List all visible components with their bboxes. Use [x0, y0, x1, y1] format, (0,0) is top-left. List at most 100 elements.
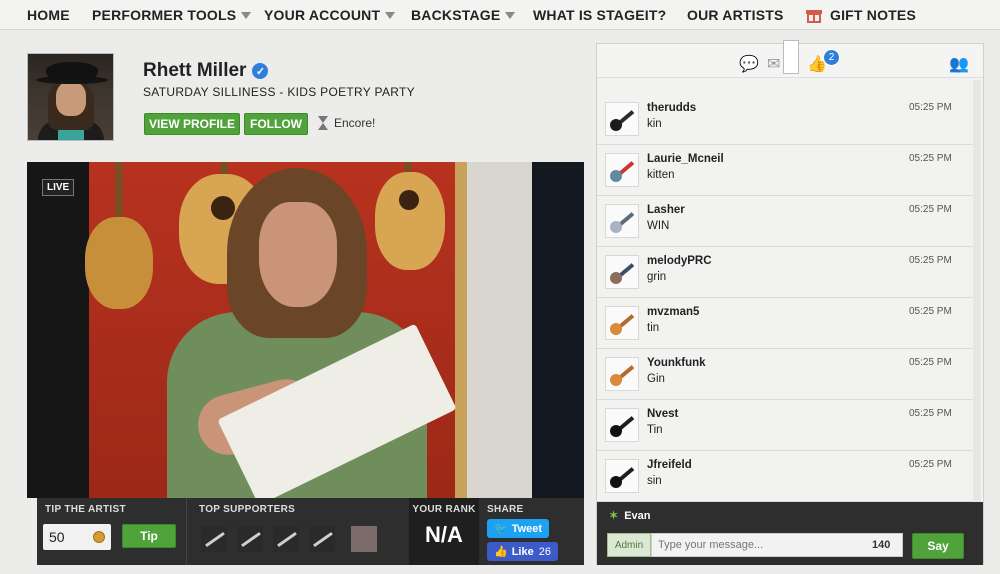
bookmark-icon[interactable]: [783, 40, 799, 74]
char-count: 140: [872, 539, 891, 551]
top-supporters-section: TOP SUPPORTERS: [187, 498, 407, 565]
top-nav: HOME PERFORMER TOOLS YOUR ACCOUNT BACKST…: [0, 0, 1000, 30]
user-avatar[interactable]: [605, 357, 639, 391]
supporter-avatar[interactable]: [309, 526, 335, 552]
show-title: SATURDAY SILLINESS - KIDS POETRY PARTY: [143, 85, 415, 99]
current-user: ✶ Evan: [609, 509, 651, 523]
chat-timestamp: 05:25 PM: [909, 357, 952, 368]
chat-compose: ✶ Evan Admin 140 Say: [597, 502, 983, 565]
artist-name: Rhett Miller ✓: [143, 60, 269, 82]
chat-username[interactable]: Jfreifeld: [647, 459, 692, 471]
chat-text: grin: [647, 271, 667, 283]
user-avatar[interactable]: [605, 459, 639, 493]
chat-message: Nvest Tin 05:25 PM: [597, 400, 973, 451]
chat-bubble-icon[interactable]: 💬: [739, 54, 759, 74]
facebook-like-button[interactable]: 👍 Like 26: [487, 542, 558, 561]
guitar-body-icon: [610, 323, 622, 335]
chat-message: therudds kin 05:25 PM: [597, 94, 973, 145]
chat-text: sin: [647, 475, 662, 487]
user-avatar[interactable]: [605, 408, 639, 442]
chat-timestamp: 05:25 PM: [909, 459, 952, 470]
chat-username[interactable]: melodyPRC: [647, 255, 712, 267]
chat-text: tin: [647, 322, 660, 334]
nav-performer-tools-label: PERFORMER TOOLS: [92, 7, 237, 23]
chat-message-input[interactable]: [651, 533, 903, 557]
admin-tag: Admin: [607, 533, 651, 557]
chat-username[interactable]: mvzman5: [647, 306, 699, 318]
supporter-avatar[interactable]: [237, 526, 263, 552]
nav-your-account[interactable]: YOUR ACCOUNT: [264, 7, 396, 23]
chevron-down-icon: [505, 11, 516, 19]
chat-username[interactable]: Laurie_Mcneil: [647, 153, 724, 165]
chat-username[interactable]: therudds: [647, 102, 696, 114]
thumbs-up-icon: 👍: [494, 546, 508, 558]
user-avatar[interactable]: [605, 255, 639, 289]
follow-button[interactable]: FOLLOW: [244, 113, 308, 135]
tip-amount-value: 50: [49, 529, 65, 545]
view-profile-button[interactable]: VIEW PROFILE: [144, 113, 240, 135]
top-supporters-label: TOP SUPPORTERS: [199, 504, 296, 515]
guitar-body-icon: [610, 374, 622, 386]
user-avatar[interactable]: [605, 204, 639, 238]
chat-message: Jfreifeld sin 05:25 PM: [597, 451, 973, 502]
supporter-avatar[interactable]: [273, 526, 299, 552]
encore-indicator[interactable]: Encore!: [318, 116, 375, 130]
chat-message: mvzman5 tin 05:25 PM: [597, 298, 973, 349]
your-rank-label: YOUR RANK: [412, 504, 476, 515]
chat-message: melodyPRC grin 05:25 PM: [597, 247, 973, 298]
gift-icon: [806, 8, 822, 23]
chat-text: WIN: [647, 220, 670, 232]
chat-message-list[interactable]: therudds kin 05:25 PM Laurie_Mcneilkitten 05…: [597, 94, 973, 546]
user-avatar[interactable]: [605, 306, 639, 340]
chat-header: 💬 ✉ 👍 2 👥: [597, 40, 983, 78]
chat-timestamp: 05:25 PM: [909, 408, 952, 419]
tip-button[interactable]: Tip: [122, 524, 176, 548]
nav-our-artists[interactable]: OUR ARTISTS: [687, 7, 784, 23]
share-section: SHARE 🐦 Tweet 👍 Like 26: [479, 498, 584, 565]
chat-username[interactable]: Lasher: [647, 204, 685, 216]
guitar-body-icon: [610, 272, 622, 284]
user-avatar[interactable]: [605, 102, 639, 136]
tip-section: TIP THE ARTIST 50 Tip: [37, 498, 187, 565]
tip-label: TIP THE ARTIST: [45, 504, 126, 515]
nav-backstage[interactable]: BACKSTAGE: [411, 7, 516, 23]
nav-performer-tools[interactable]: PERFORMER TOOLS: [92, 7, 252, 23]
chevron-down-icon: [241, 11, 252, 19]
guitar-body-icon: [610, 170, 622, 182]
chat-panel: 💬 ✉ 👍 2 👥 therudds kin 05:25 PM Laurie_Mcne…: [596, 40, 984, 565]
chat-text: kin: [647, 118, 662, 130]
like-count: 26: [538, 545, 551, 558]
nav-gift-notes-label: GIFT NOTES: [830, 7, 916, 23]
guitar-body-icon: [610, 425, 622, 437]
video-player[interactable]: LIVE: [27, 162, 584, 498]
chevron-down-icon: [385, 11, 396, 19]
chat-timestamp: 05:25 PM: [909, 306, 952, 317]
users-icon[interactable]: 👥: [949, 54, 969, 74]
user-avatar[interactable]: [605, 153, 639, 187]
chat-username[interactable]: Younkfunk: [647, 357, 706, 369]
chat-message: Laurie_Mcneilkitten 05:25 PM: [597, 145, 973, 196]
say-button[interactable]: Say: [912, 533, 964, 559]
star-icon: ✶: [609, 510, 619, 522]
chat-timestamp: 05:25 PM: [909, 153, 952, 164]
tweet-button[interactable]: 🐦 Tweet: [487, 519, 550, 538]
chat-text: kitten: [647, 169, 675, 181]
tip-amount-input[interactable]: 50: [43, 524, 111, 550]
artist-avatar[interactable]: [27, 53, 114, 141]
supporter-avatar[interactable]: [201, 526, 227, 552]
chat-message: Younkfunk Gin 05:25 PM: [597, 349, 973, 400]
chat-username[interactable]: Nvest: [647, 408, 678, 420]
supporter-avatar[interactable]: [351, 526, 377, 552]
guitar-body-icon: [610, 221, 622, 233]
hourglass-icon: [318, 116, 328, 130]
envelope-icon[interactable]: ✉: [767, 54, 780, 74]
artist-name-text: Rhett Miller: [143, 60, 247, 81]
chat-timestamp: 05:25 PM: [909, 204, 952, 215]
nav-what-is-stageit[interactable]: WHAT IS STAGEIT?: [533, 7, 666, 23]
coin-icon: [93, 531, 105, 543]
nav-home[interactable]: HOME: [27, 7, 70, 23]
verified-check-icon: ✓: [252, 63, 269, 79]
nav-gift-notes[interactable]: GIFT NOTES: [806, 7, 916, 23]
chat-scrollbar[interactable]: [973, 80, 981, 548]
stream-action-bar: TIP THE ARTIST 50 Tip TOP SUPPORTERS YOU…: [37, 498, 584, 565]
